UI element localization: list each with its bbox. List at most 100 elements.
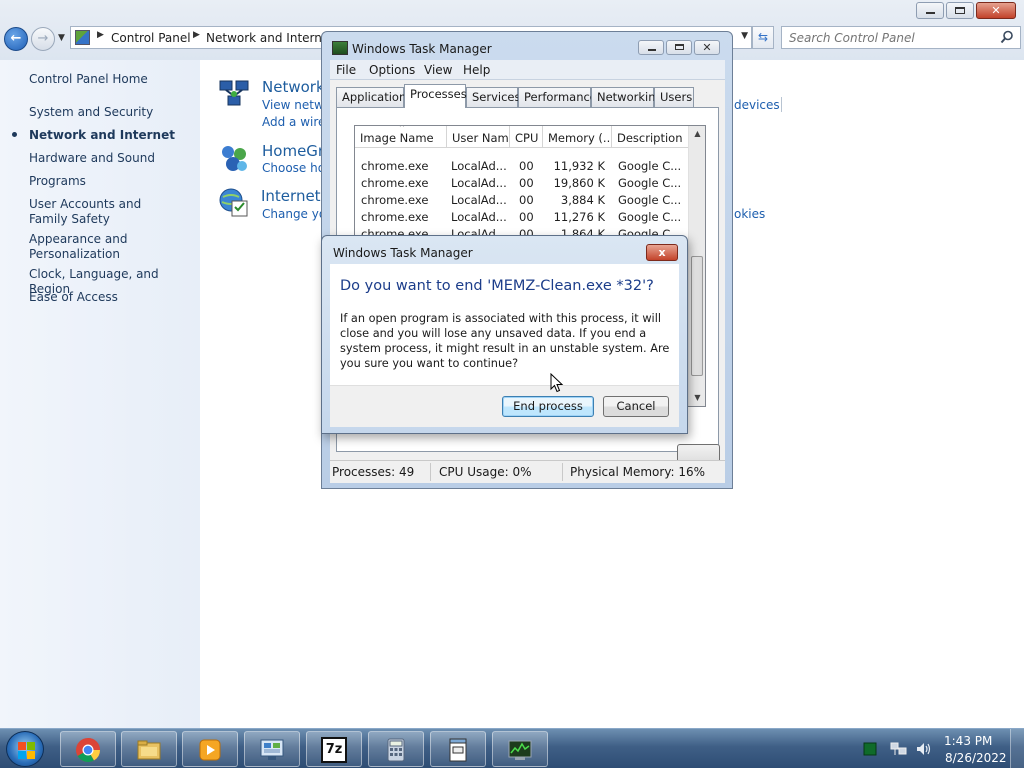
breadcrumb-arrow-icon[interactable]: ▶: [97, 30, 104, 40]
sidebar-item-user-accounts[interactable]: User Accounts and Family Safety: [29, 197, 179, 227]
volume-icon[interactable]: [915, 741, 932, 757]
category-title-homegroup[interactable]: HomeGr: [262, 142, 324, 160]
menu-file[interactable]: File: [336, 63, 356, 77]
search-input[interactable]: [782, 27, 992, 48]
sidebar-item-appearance[interactable]: Appearance and Personalization: [29, 232, 149, 262]
taskbar-media-player[interactable]: [182, 731, 238, 767]
menu-help[interactable]: Help: [463, 63, 490, 77]
close-button[interactable]: ✕: [976, 2, 1016, 19]
minimize-button[interactable]: [916, 2, 944, 19]
sidebar-item-hardware-and-sound[interactable]: Hardware and Sound: [29, 151, 197, 166]
dialog-button-bar: End process Cancel: [330, 385, 679, 427]
window-controls: ✕: [914, 2, 1016, 19]
status-bar: Processes: 49 CPU Usage: 0% Physical Mem…: [330, 460, 725, 482]
task-manager-window-controls: ✕: [636, 40, 720, 55]
category-link[interactable]: Choose ho: [262, 161, 325, 175]
status-physical-memory: Physical Memory: 16%: [570, 465, 706, 479]
breadcrumb-arrow-icon[interactable]: ▶: [193, 30, 200, 40]
scroll-up-icon[interactable]: ▲: [689, 126, 705, 142]
cell-description: Google C...: [618, 159, 682, 173]
windows-logo-icon: [18, 751, 26, 759]
column-header-memory[interactable]: Memory (...: [543, 126, 612, 148]
cancel-button[interactable]: Cancel: [603, 396, 669, 417]
tab-services[interactable]: Services: [466, 87, 521, 107]
clock-date[interactable]: 8/26/2022: [945, 751, 1007, 765]
sidebar-item-system-and-security[interactable]: System and Security: [29, 105, 197, 120]
status-divider: [562, 463, 563, 481]
column-header-cpu[interactable]: CPU: [510, 126, 543, 148]
menu-options[interactable]: Options: [369, 63, 415, 77]
forward-button[interactable]: →: [31, 27, 55, 51]
network-icon[interactable]: [890, 741, 908, 757]
sort-arrow-icon: ^: [399, 125, 405, 132]
close-icon: x: [658, 246, 666, 259]
network-icon: [219, 80, 249, 106]
tm-minimize-button[interactable]: [638, 40, 664, 55]
chrome-icon: [76, 738, 100, 763]
dialog-message: If an open program is associated with th…: [340, 312, 670, 370]
mouse-cursor-icon: [550, 373, 564, 393]
end-process-dialog: Windows Task Manager x Do you want to en…: [321, 235, 688, 434]
category-link[interactable]: Add a wirel: [262, 115, 329, 129]
category-title-internet[interactable]: Internet: [261, 187, 321, 205]
windows-logo-icon: [27, 742, 35, 750]
sidebar-item-control-panel-home[interactable]: Control Panel Home: [29, 72, 197, 87]
search-box[interactable]: [781, 26, 1021, 49]
folder-icon: [137, 740, 161, 760]
column-header-user-name[interactable]: User Name: [447, 126, 510, 148]
address-dropdown-icon[interactable]: ▼: [741, 31, 748, 41]
tab-applications[interactable]: Applications: [336, 87, 412, 107]
taskbar-chrome[interactable]: [60, 731, 116, 767]
task-manager-icon: [508, 740, 532, 760]
breadcrumb-control-panel[interactable]: Control Panel: [111, 31, 191, 45]
cell-memory: 11,276 K: [553, 210, 605, 224]
tm-maximize-button[interactable]: [666, 40, 692, 55]
recent-pages-dropdown-icon[interactable]: ▼: [58, 33, 65, 43]
tm-close-button[interactable]: ✕: [694, 40, 720, 55]
taskbar-explorer[interactable]: [121, 731, 177, 767]
clock-time[interactable]: 1:43 PM: [944, 734, 992, 748]
homegroup-icon: [222, 146, 247, 171]
notepad-icon: [449, 738, 467, 762]
start-button[interactable]: [6, 731, 44, 767]
refresh-button[interactable]: ⇆: [752, 26, 774, 49]
category-title-network[interactable]: Network: [262, 78, 325, 96]
menu-view[interactable]: View: [424, 63, 452, 77]
search-icon[interactable]: [1000, 30, 1014, 44]
status-processes: Processes: 49: [332, 465, 415, 479]
cell-user-name: LocalAd...: [451, 193, 506, 207]
end-process-button[interactable]: End process: [502, 396, 594, 417]
dialog-heading: Do you want to end 'MEMZ-Clean.exe *32'?: [340, 278, 654, 294]
tab-networking[interactable]: Networking: [591, 87, 663, 107]
sidebar-item-programs[interactable]: Programs: [29, 174, 197, 189]
taskbar-task-manager[interactable]: [492, 731, 548, 767]
restore-button[interactable]: [946, 2, 974, 19]
tab-processes[interactable]: Processes: [404, 84, 467, 108]
sidebar-item-ease-of-access[interactable]: Ease of Access: [29, 290, 197, 305]
taskbar-control-panel[interactable]: [244, 731, 300, 767]
scroll-down-icon[interactable]: ▼: [689, 390, 705, 406]
cell-cpu: 00: [519, 159, 534, 173]
tray-app-icon[interactable]: [863, 742, 877, 756]
taskbar-calculator[interactable]: [368, 731, 424, 767]
cell-description: Google C...: [618, 210, 682, 224]
cell-memory: 19,860 K: [553, 176, 605, 190]
sidebar-item-network-and-internet[interactable]: Network and Internet: [29, 128, 197, 143]
tab-performance[interactable]: Performance: [518, 87, 597, 107]
taskbar-7zip[interactable]: 7z: [306, 731, 362, 767]
tab-users[interactable]: Users: [654, 87, 694, 107]
back-button[interactable]: ←: [4, 27, 28, 51]
process-list-scrollbar[interactable]: ▲ ▼: [688, 126, 705, 406]
category-link[interactable]: okies: [734, 207, 765, 221]
cell-image-name: chrome.exe: [361, 210, 429, 224]
system-tray: 1:43 PM 8/26/2022: [855, 729, 1024, 768]
dialog-close-button[interactable]: x: [646, 244, 678, 261]
category-link[interactable]: devices: [734, 98, 780, 112]
status-divider: [430, 463, 431, 481]
column-header-description[interactable]: Description: [612, 126, 690, 148]
taskbar-notepad[interactable]: [430, 731, 486, 767]
breadcrumb-network-and-internet[interactable]: Network and Internet: [206, 31, 334, 45]
show-desktop-button[interactable]: [1010, 729, 1024, 768]
dialog-content: Do you want to end 'MEMZ-Clean.exe *32'?…: [330, 264, 679, 385]
scrollbar-thumb[interactable]: [691, 256, 703, 376]
